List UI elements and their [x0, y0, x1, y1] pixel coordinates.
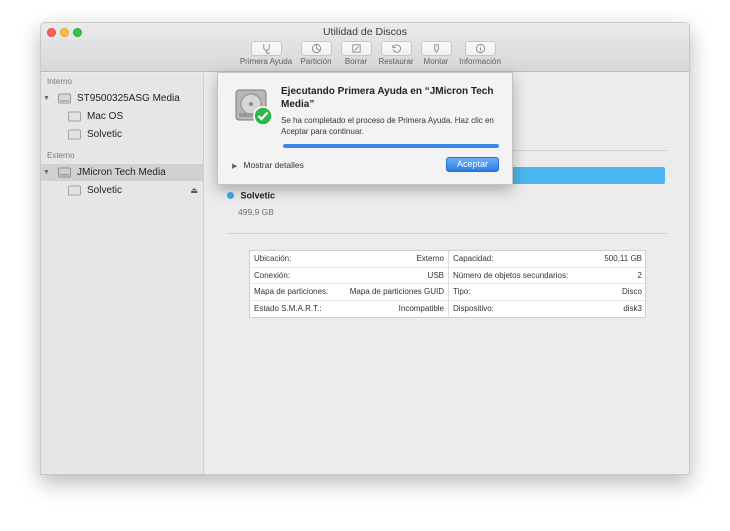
external-disk-icon	[58, 167, 71, 178]
info-key: Tipo:	[453, 287, 471, 297]
info-key: Ubicación:	[254, 254, 292, 264]
partition-button-face[interactable]	[300, 41, 332, 56]
info-value: Mapa de particiones GUID	[349, 287, 444, 297]
info-value: Disco	[621, 287, 642, 297]
partition-label: Partición	[300, 57, 332, 66]
info-value: USB	[427, 270, 444, 280]
accept-button[interactable]: Aceptar	[446, 157, 499, 172]
info-key: Estado S.M.A.R.T.:	[254, 304, 322, 314]
external-section-header: Externo	[47, 151, 75, 160]
restore-label: Restaurar	[378, 57, 414, 66]
info-row-smart-status: Estado S.M.A.R.T.: Incompatible	[250, 301, 448, 318]
first-aid-button[interactable]: Primera Ayuda	[237, 41, 295, 69]
volume-icon	[68, 185, 81, 196]
info-button[interactable]: Información	[457, 41, 503, 69]
info-key: Capacidad:	[453, 254, 494, 264]
progress-bar	[283, 144, 499, 148]
info-row-type: Tipo: Disco	[449, 284, 646, 301]
restore-button[interactable]: Restaurar	[377, 41, 415, 69]
title-bar: Utilidad de Discos Primera Ayuda Partici…	[41, 23, 689, 72]
mount-icon	[433, 44, 439, 53]
first-aid-button-face[interactable]	[250, 41, 282, 56]
restore-icon	[391, 44, 401, 53]
partition-button[interactable]: Partición	[297, 41, 335, 69]
hard-disk-icon	[58, 93, 71, 104]
info-icon	[475, 43, 485, 54]
mount-button-face[interactable]	[420, 41, 452, 56]
info-row-location: Ubicación: Externo	[250, 251, 448, 268]
disclosure-triangle-icon[interactable]: ▼	[43, 169, 51, 176]
info-row-device: Dispositivo: disk3	[449, 301, 646, 318]
info-row-connection: Conexión: USB	[250, 268, 448, 284]
erase-label: Borrar	[344, 57, 368, 66]
sidebar-item-volume-macos[interactable]: Mac OS	[41, 108, 204, 125]
volume-size: 499,9 GB	[238, 206, 274, 217]
show-details-label[interactable]: Mostrar detalles	[243, 160, 303, 170]
restore-button-face[interactable]	[380, 41, 412, 56]
stethoscope-icon	[262, 43, 270, 54]
info-row-capacity: Capacidad: 500,11 GB	[449, 251, 646, 268]
window-title: Utilidad de Discos	[322, 26, 408, 38]
info-table-right-column: Capacidad: 500,11 GB Número de objetos se…	[448, 251, 646, 317]
info-value: Incompatible	[398, 304, 444, 314]
first-aid-dialog: Ejecutando Primera Ayuda en “JMicron Tec…	[217, 72, 513, 185]
sidebar-item-internal-disk[interactable]: ▼ ST9500325ASG Media	[41, 90, 204, 107]
mount-button[interactable]: Montar	[417, 41, 455, 69]
disclosure-triangle-icon[interactable]: ▼	[43, 95, 51, 102]
sidebar-item-label: Solvetic	[87, 185, 123, 196]
info-value: 500,11 GB	[604, 254, 642, 264]
volume-color-dot	[227, 192, 234, 200]
disclosure-arrow-icon[interactable]: ▶	[232, 163, 237, 170]
info-button-face[interactable]	[464, 41, 496, 56]
volume-name: Solvetic	[240, 190, 276, 201]
info-value: 2	[637, 270, 642, 280]
info-label: Información	[459, 57, 501, 66]
internal-section-header: Interno	[47, 77, 72, 86]
erase-icon	[351, 44, 361, 53]
sidebar-item-volume-solvetic-external[interactable]: Solvetic ⏏	[41, 182, 204, 199]
sidebar-item-label: ST9500325ASG Media	[77, 93, 180, 104]
sidebar-item-label: JMicron Tech Media	[77, 167, 166, 178]
separator	[227, 233, 667, 234]
sidebar-item-volume-solvetic-internal[interactable]: Solvetic	[41, 126, 204, 143]
mount-label: Montar	[423, 57, 449, 66]
info-row-child-count: Número de objetos secundarios: 2	[449, 268, 646, 284]
info-value: disk3	[623, 304, 642, 314]
erase-button-face[interactable]	[340, 41, 372, 56]
volume-icon	[68, 129, 81, 140]
info-value: Externo	[416, 254, 444, 264]
disk-check-icon	[233, 86, 275, 128]
info-key: Conexión:	[254, 270, 291, 280]
info-table: Ubicación: Externo Conexión: USB Mapa de p…	[249, 250, 646, 318]
volume-legend: Solvetic 499,9 GB	[227, 190, 275, 217]
info-row-partition-map: Mapa de particiones: Mapa de particiones …	[250, 284, 448, 301]
show-details-toggle[interactable]: ▶ Mostrar detalles	[232, 160, 304, 170]
partition-icon	[311, 43, 321, 54]
sidebar-item-label: Solvetic	[87, 129, 123, 140]
dialog-message: Se ha completado el proceso de Primera A…	[281, 116, 494, 136]
info-key: Dispositivo:	[453, 304, 494, 314]
progress-bar-fill	[283, 144, 499, 148]
info-key: Número de objetos secundarios:	[453, 270, 569, 280]
erase-button[interactable]: Borrar	[337, 41, 375, 69]
dialog-title: Ejecutando Primera Ayuda en “JMicron Tec…	[281, 86, 494, 110]
sidebar-item-external-disk[interactable]: ▼ JMicron Tech Media	[41, 164, 204, 181]
sidebar: Interno ▼ ST9500325ASG Media Mac OS Solv…	[41, 73, 204, 474]
first-aid-label: Primera Ayuda	[239, 57, 293, 66]
info-key: Mapa de particiones:	[254, 287, 329, 297]
sidebar-item-label: Mac OS	[87, 111, 124, 122]
info-table-left-column: Ubicación: Externo Conexión: USB Mapa de p…	[250, 251, 448, 317]
eject-icon[interactable]: ⏏	[190, 186, 198, 195]
toolbar: Primera Ayuda Partición Borrar Restaurar	[237, 41, 505, 69]
volume-icon	[68, 111, 81, 122]
